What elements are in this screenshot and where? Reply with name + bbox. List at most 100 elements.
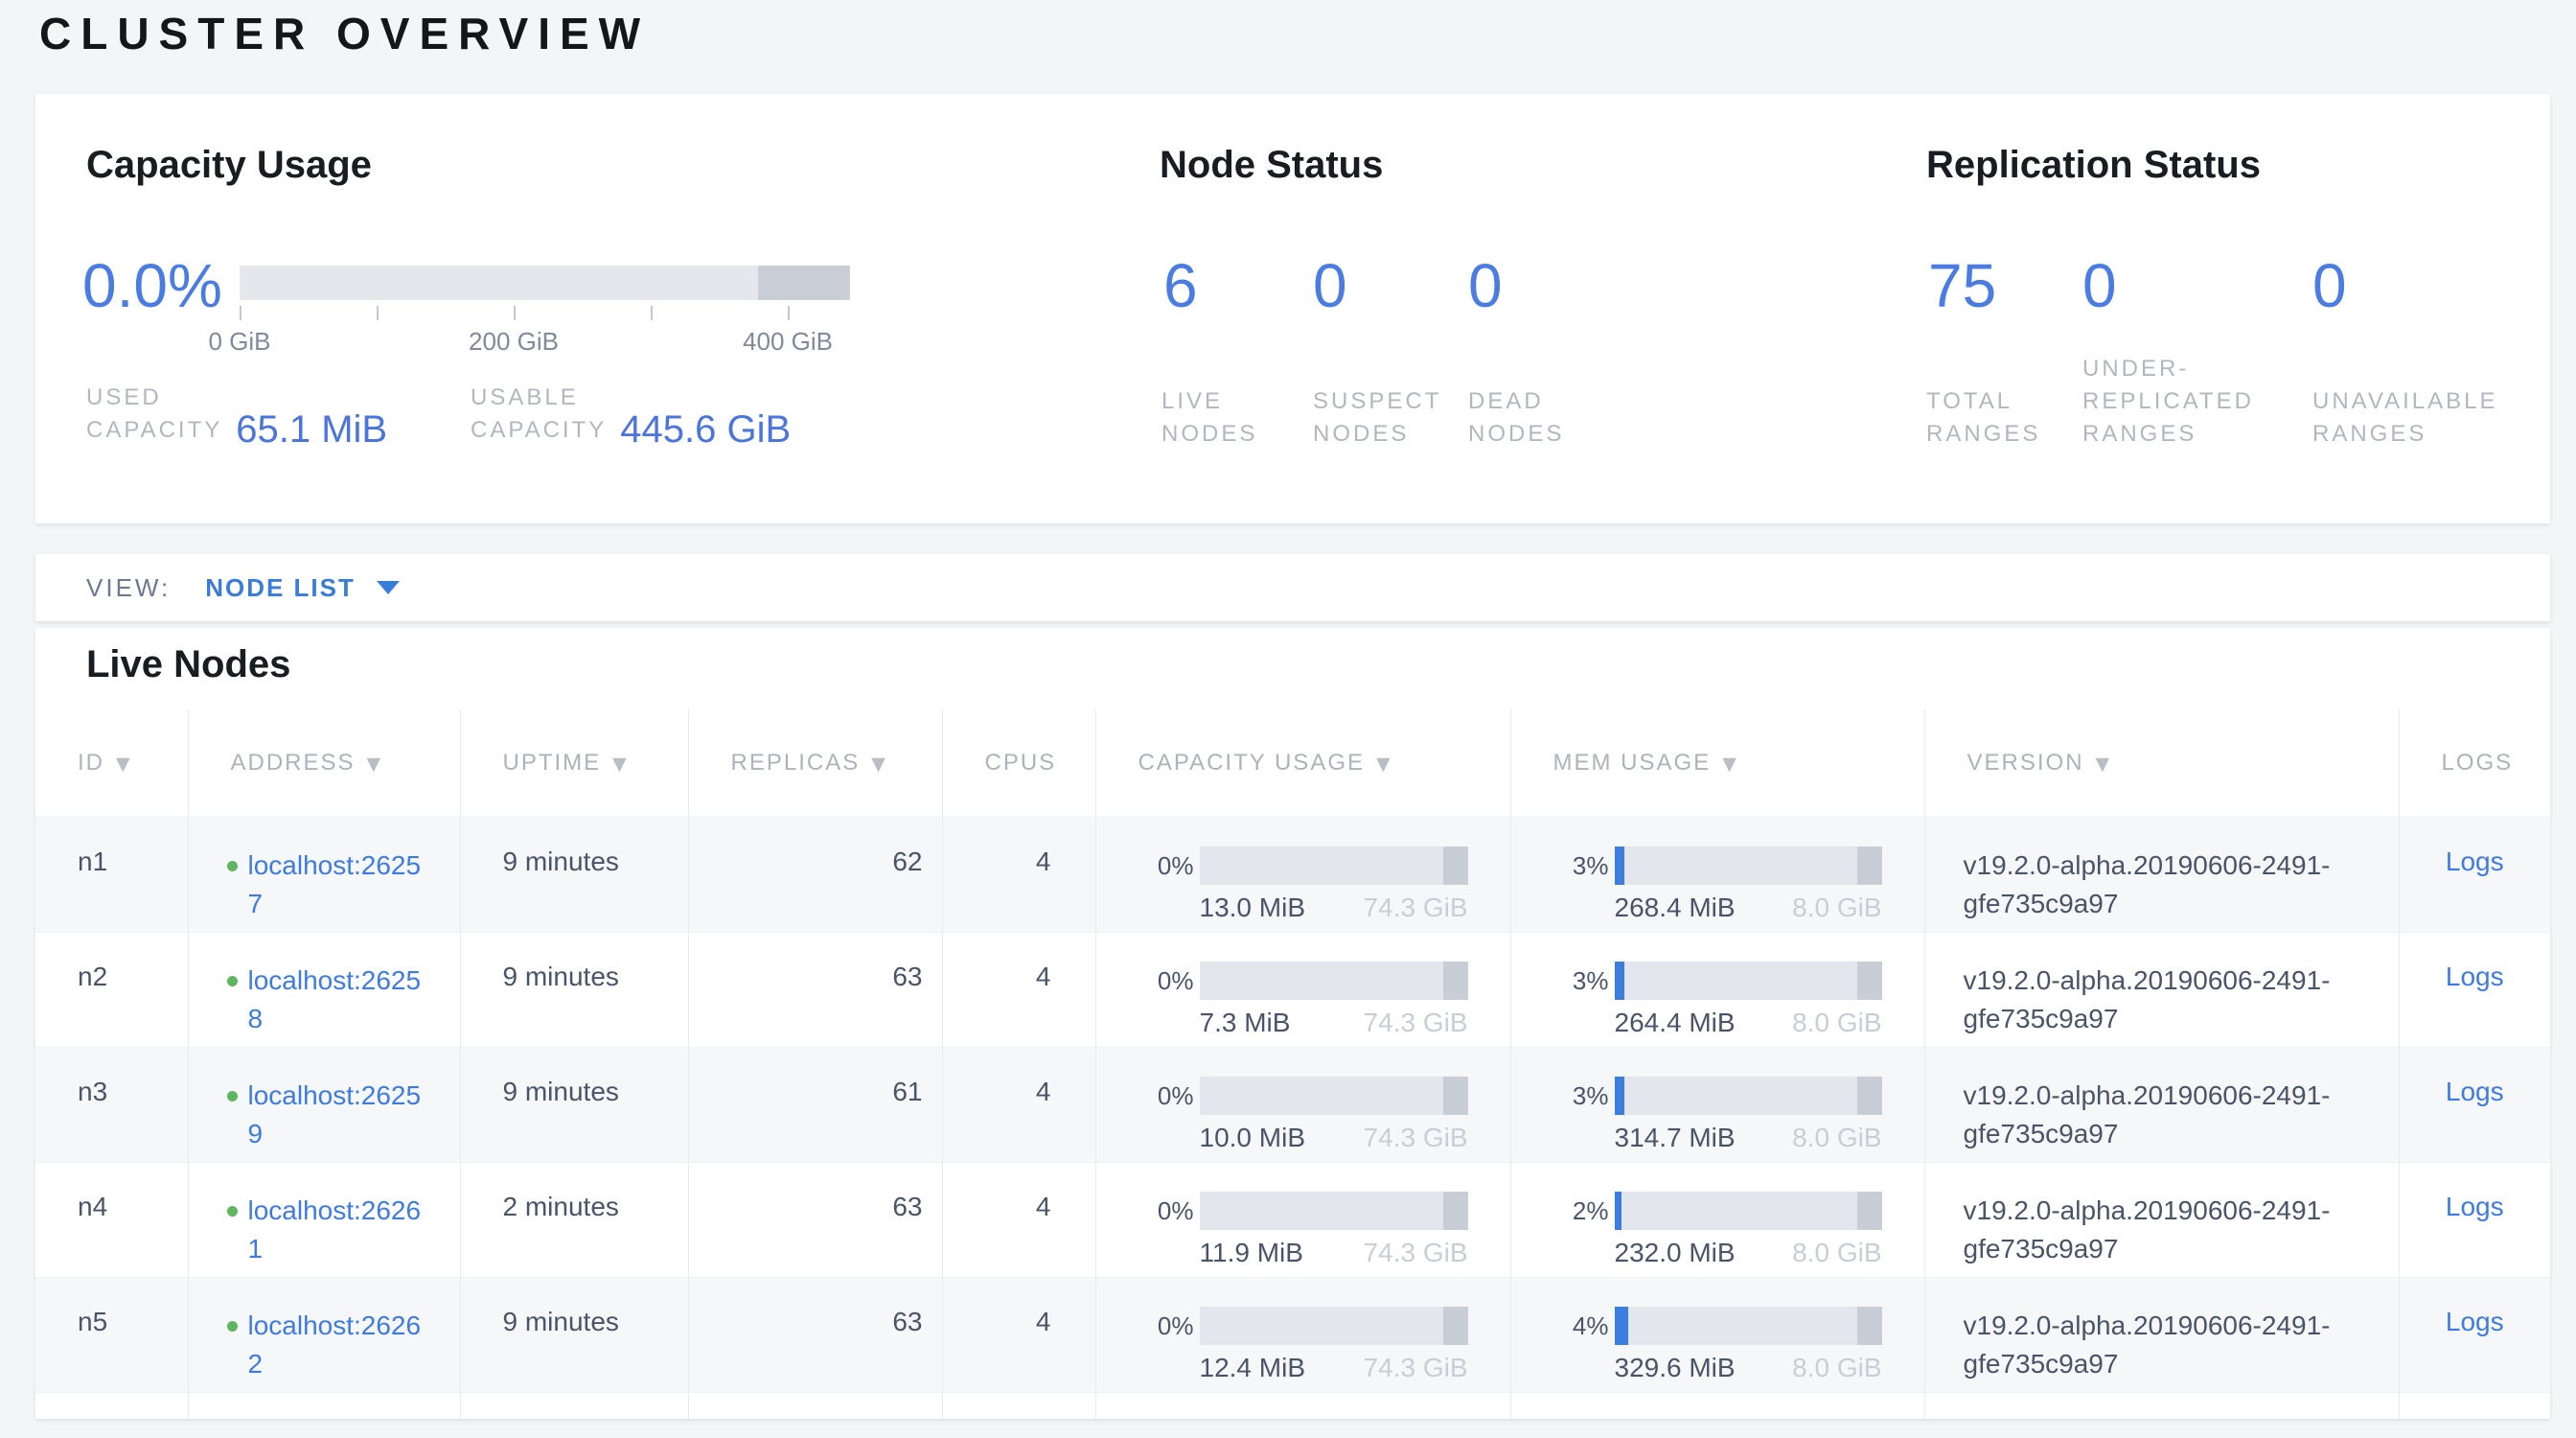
capacity-percent: 0% bbox=[1123, 1192, 1194, 1230]
node-uptime-cell: 9 minutes bbox=[460, 817, 688, 932]
capacity-total-value: 74.3 GiB bbox=[1364, 1119, 1468, 1157]
logs-link[interactable]: Logs bbox=[2446, 1077, 2504, 1106]
column-header-cpu: CPUS bbox=[942, 709, 1095, 817]
replication-status-title: Replication Status bbox=[1926, 144, 2261, 187]
node-uptime-cell: 9 minutes bbox=[460, 932, 688, 1047]
node-capacity-usage-cell: 0% 7.3 MiB 74.3 GiB bbox=[1095, 932, 1510, 1047]
table-row: n2 localhost:26258 9 minutes 63 4 0% 7.3… bbox=[35, 932, 2550, 1047]
sort-descending-icon: ▼ bbox=[871, 754, 887, 775]
axis-tick-label: 200 GiB bbox=[469, 327, 559, 357]
mem-usage-bar bbox=[1615, 847, 1882, 885]
capacity-usage-bar bbox=[1200, 1077, 1468, 1115]
capacity-usage-bar bbox=[1200, 1192, 1468, 1230]
node-capacity-usage-cell: 0% 11.9 MiB 74.3 GiB bbox=[1095, 1162, 1510, 1277]
capacity-percent: 0% bbox=[1123, 1307, 1194, 1345]
node-replicas-cell: 63 bbox=[688, 932, 942, 1047]
column-header-label: MEM USAGE bbox=[1553, 750, 1712, 776]
live-status-dot-icon bbox=[227, 861, 238, 871]
node-mem-usage-cell: 3% 314.7 MiB 8.0 GiB bbox=[1510, 1047, 1924, 1162]
view-dropdown[interactable]: NODE LIST bbox=[205, 573, 400, 603]
node-version-cell: v19.2.0-alpha.20190606-2491-gfe735c9a97 bbox=[1924, 1277, 2399, 1392]
column-header-rep[interactable]: REPLICAS▼ bbox=[688, 709, 942, 817]
capacity-total-value: 74.3 GiB bbox=[1364, 1004, 1468, 1042]
mem-percent: 3% bbox=[1538, 1077, 1609, 1115]
column-header-ver[interactable]: VERSION▼ bbox=[1924, 709, 2399, 817]
column-header-id[interactable]: ID ▼ bbox=[35, 709, 188, 817]
logs-link[interactable]: Logs bbox=[2446, 847, 2504, 876]
capacity-usage-bar bbox=[1200, 847, 1468, 885]
node-capacity-usage-cell: 0% 12.4 MiB 74.3 GiB bbox=[1095, 1277, 1510, 1392]
capacity-total-value: 74.3 GiB bbox=[1364, 1234, 1468, 1272]
table-row: n3 localhost:26259 9 minutes 61 4 0% 10.… bbox=[35, 1047, 2550, 1162]
unavailable-ranges-count: 0 bbox=[2312, 251, 2347, 320]
capacity-percent: 0% bbox=[1123, 1077, 1194, 1115]
mem-reserved-segment bbox=[1857, 847, 1881, 885]
replication-status-section: Replication Status 75 0 0 TOTAL RANGES U… bbox=[1926, 94, 2540, 523]
column-header-logs: LOGS bbox=[2399, 709, 2550, 817]
node-uptime-cell: 9 minutes bbox=[460, 1047, 688, 1162]
mem-percent: 4% bbox=[1538, 1307, 1609, 1345]
column-header-mem[interactable]: MEM USAGE ▼ bbox=[1510, 709, 1924, 817]
node-address-link[interactable]: localhost:26257 bbox=[248, 847, 426, 923]
column-header-label: LOGS bbox=[2442, 750, 2514, 776]
total-ranges-label: TOTAL RANGES bbox=[1926, 385, 2040, 451]
mem-reserved-segment bbox=[1857, 962, 1881, 1000]
node-replicas-cell: 62 bbox=[688, 817, 942, 932]
node-replicas-cell: 63 bbox=[688, 1162, 942, 1277]
column-header-up[interactable]: UPTIME▼ bbox=[460, 709, 688, 817]
view-selector-bar: VIEW: NODE LIST bbox=[35, 554, 2550, 621]
sort-descending-icon: ▼ bbox=[1722, 754, 1738, 775]
axis-tick-label: 0 GiB bbox=[208, 327, 270, 357]
table-row: n1 localhost:26257 9 minutes 62 4 0% 13.… bbox=[35, 817, 2550, 932]
column-header-label: CAPACITY USAGE bbox=[1138, 750, 1366, 776]
table-row: n5 localhost:26262 9 minutes 63 4 0% 12.… bbox=[35, 1277, 2550, 1392]
node-capacity-usage-cell: 0% 13.0 MiB 74.3 GiB bbox=[1095, 817, 1510, 932]
capacity-usage-bar bbox=[1200, 1307, 1468, 1345]
node-address-link[interactable]: localhost:26259 bbox=[248, 1077, 426, 1153]
node-version-cell: v19.2.0-alpha.20190606-2491-gfe735c9a97 bbox=[1924, 1047, 2399, 1162]
capacity-reserved-segment bbox=[1443, 1192, 1467, 1230]
mem-percent: 2% bbox=[1538, 1192, 1609, 1230]
mem-total-value: 8.0 GiB bbox=[1792, 1119, 1881, 1157]
capacity-reserved-segment bbox=[1443, 1307, 1467, 1345]
sort-descending-icon: ▼ bbox=[116, 754, 132, 775]
chevron-down-icon bbox=[377, 581, 400, 594]
node-address-link[interactable]: localhost:26262 bbox=[248, 1307, 426, 1383]
mem-total-value: 8.0 GiB bbox=[1792, 1349, 1881, 1387]
capacity-percent: 0% bbox=[1123, 847, 1194, 885]
node-mem-usage-cell: 4% 329.6 MiB 8.0 GiB bbox=[1510, 1277, 1924, 1392]
dead-nodes-label: DEAD NODES bbox=[1468, 385, 1564, 451]
column-header-label: ID bbox=[78, 750, 104, 776]
capacity-used-value: 10.0 MiB bbox=[1200, 1119, 1306, 1157]
node-replicas-cell: 61 bbox=[688, 1047, 942, 1162]
usable-capacity-label: USABLE CAPACITY bbox=[471, 382, 607, 447]
mem-usage-bar bbox=[1615, 1307, 1882, 1345]
used-capacity-value: 65.1 MiB bbox=[236, 408, 387, 452]
node-address-cell: localhost:26259 bbox=[188, 1047, 460, 1162]
sort-descending-icon: ▼ bbox=[367, 754, 383, 775]
logs-link[interactable]: Logs bbox=[2446, 962, 2504, 991]
capacity-total-value: 74.3 GiB bbox=[1364, 1349, 1468, 1387]
capacity-used-value: 7.3 MiB bbox=[1200, 1004, 1291, 1042]
live-nodes-card: Live Nodes ID▼ADDRESS▼UPTIME▼REPLICAS▼CP… bbox=[35, 628, 2550, 1419]
column-header-label: ADDRESS bbox=[231, 750, 356, 776]
table-header-row: ID▼ADDRESS▼UPTIME▼REPLICAS▼CPUSCAPACITY … bbox=[35, 709, 2550, 817]
node-address-link[interactable]: localhost:26261 bbox=[248, 1192, 426, 1268]
node-address-link[interactable]: localhost:26258 bbox=[248, 962, 426, 1038]
column-header-label: VERSION bbox=[1967, 750, 2084, 776]
column-header-label: UPTIME bbox=[503, 750, 602, 776]
node-status-section: Node Status 6 0 0 LIVE NODES SUSPECT NOD… bbox=[1160, 94, 1888, 523]
mem-reserved-segment bbox=[1857, 1077, 1881, 1115]
node-mem-usage-cell: 3% 264.4 MiB 8.0 GiB bbox=[1510, 932, 1924, 1047]
node-cpus-cell: 4 bbox=[942, 1277, 1095, 1392]
live-nodes-label: LIVE NODES bbox=[1162, 385, 1257, 451]
usable-capacity-stat: USABLE CAPACITY 445.6 GiB bbox=[471, 382, 791, 447]
sort-descending-icon: ▼ bbox=[1376, 754, 1392, 775]
node-logs-cell: Logs bbox=[2399, 817, 2550, 932]
logs-link[interactable]: Logs bbox=[2446, 1307, 2504, 1336]
logs-link[interactable]: Logs bbox=[2446, 1192, 2504, 1221]
mem-total-value: 8.0 GiB bbox=[1792, 889, 1881, 927]
column-header-cap[interactable]: CAPACITY USAGE ▼ bbox=[1095, 709, 1510, 817]
column-header-addr[interactable]: ADDRESS ▼ bbox=[188, 709, 460, 817]
node-replicas-cell: 63 bbox=[688, 1277, 942, 1392]
